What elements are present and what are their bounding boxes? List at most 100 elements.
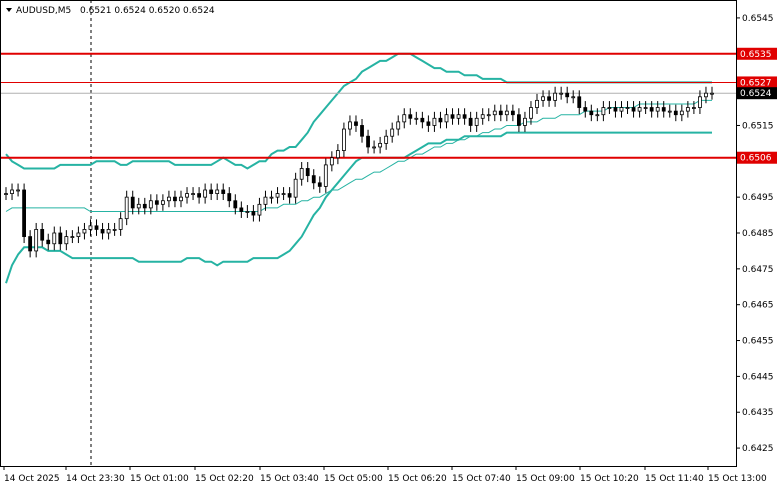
candle-body xyxy=(468,117,473,126)
candle-body xyxy=(112,229,117,231)
x-tick-label: 15 Oct 05:00 xyxy=(324,474,383,484)
candle-body xyxy=(28,236,33,252)
candle-body xyxy=(625,107,630,109)
candle-body xyxy=(130,196,135,209)
level-tag-label: 0.6506 xyxy=(740,154,772,164)
price-chart[interactable]: 0.6545 0.6515 0.6495 0.6485 0.6475 0.6465 0.64… xyxy=(0,0,781,489)
candle-body xyxy=(420,117,425,123)
candle-body xyxy=(390,128,395,137)
candle-body xyxy=(354,121,358,126)
candle-body xyxy=(209,189,214,194)
candle-body xyxy=(245,211,250,213)
candle-body xyxy=(281,193,286,195)
x-tick-label: 15 Oct 06:20 xyxy=(388,474,447,484)
candle-body xyxy=(378,142,383,148)
x-tick-label: 15 Oct 03:40 xyxy=(260,474,319,484)
candle-body xyxy=(456,114,461,119)
candle-body xyxy=(547,96,551,101)
x-tick-label: 15 Oct 09:00 xyxy=(516,474,575,484)
level-tag-label: 0.6535 xyxy=(740,50,772,60)
candle-body xyxy=(275,193,280,198)
candle-body xyxy=(710,92,714,95)
candle-body xyxy=(100,229,105,234)
candle-body xyxy=(136,203,141,209)
candle-body xyxy=(70,236,75,238)
candle-body xyxy=(124,196,129,220)
x-tick-label: 14 Oct 23:30 xyxy=(66,474,125,484)
candle-body xyxy=(40,229,45,241)
candle-body xyxy=(462,114,467,119)
candle-body xyxy=(76,232,81,237)
candle-body xyxy=(667,110,672,113)
candle-body xyxy=(311,175,316,184)
candle-body xyxy=(329,157,334,166)
candle-body xyxy=(432,117,437,126)
candle-body xyxy=(106,229,111,234)
candle-body xyxy=(88,225,93,230)
candle-body xyxy=(535,99,539,108)
candle-body xyxy=(486,114,491,117)
level-tag-label: 0.6527 xyxy=(740,78,772,88)
candle-body xyxy=(299,168,304,180)
candle-body xyxy=(185,193,189,198)
candle-body xyxy=(649,107,654,112)
ohlc-readout: 0.6521 0.6524 0.6520 0.6524 xyxy=(80,6,215,16)
candle-body xyxy=(22,189,27,237)
candle-body xyxy=(523,117,527,126)
candle-body xyxy=(704,92,708,98)
y-tick-label: 0.6425 xyxy=(742,444,774,454)
candle-body xyxy=(227,193,232,202)
y-tick-label: 0.6475 xyxy=(742,265,774,275)
candle-body xyxy=(655,107,660,112)
candle-body xyxy=(293,178,298,198)
candle-body xyxy=(239,207,244,212)
candle-body xyxy=(366,135,370,148)
x-tick-label: 15 Oct 11:40 xyxy=(645,474,704,484)
candle-body xyxy=(317,182,322,187)
candle-body xyxy=(251,211,256,216)
candle-body xyxy=(64,236,69,245)
candle-body xyxy=(197,193,201,198)
candle-body xyxy=(679,110,684,116)
candle-body xyxy=(4,193,8,195)
candle-body xyxy=(287,193,292,198)
candle-body xyxy=(94,225,99,230)
candle-body xyxy=(179,196,183,202)
candle-body xyxy=(685,107,690,112)
x-tick-label: 15 Oct 02:20 xyxy=(195,474,254,484)
candle-body xyxy=(631,107,636,112)
candle-body xyxy=(480,114,485,119)
candle-body xyxy=(16,189,20,192)
x-tick-label: 14 Oct 2025 xyxy=(4,474,60,484)
y-tick-label: 0.6435 xyxy=(742,408,774,418)
candle-body xyxy=(517,114,521,126)
candle-body xyxy=(257,203,262,216)
candle-body xyxy=(82,229,87,234)
candle-body xyxy=(559,92,564,95)
candle-body xyxy=(191,193,195,195)
candle-body xyxy=(619,107,624,112)
candle-body xyxy=(335,150,340,159)
candle-body xyxy=(553,92,558,101)
candle-body xyxy=(577,96,582,108)
candle-body xyxy=(637,107,642,112)
candle-body xyxy=(384,135,389,144)
candle-body xyxy=(372,146,376,149)
current-price-label: 0.6524 xyxy=(740,89,772,99)
candle-body xyxy=(221,189,226,194)
chart-background xyxy=(0,0,781,489)
candle-body xyxy=(492,110,497,116)
candle-body xyxy=(583,107,588,112)
candle-body xyxy=(643,107,648,109)
candle-body xyxy=(342,128,346,151)
candle-body xyxy=(269,196,274,199)
candle-body xyxy=(498,110,503,116)
candle-body xyxy=(160,200,165,205)
candle-body xyxy=(595,114,600,117)
candle-body xyxy=(408,114,413,119)
candle-body xyxy=(607,107,612,109)
x-tick-label: 15 Oct 13:00 xyxy=(708,474,767,484)
candle-body xyxy=(450,114,455,119)
candle-body xyxy=(323,164,328,187)
candle-body xyxy=(118,218,123,230)
